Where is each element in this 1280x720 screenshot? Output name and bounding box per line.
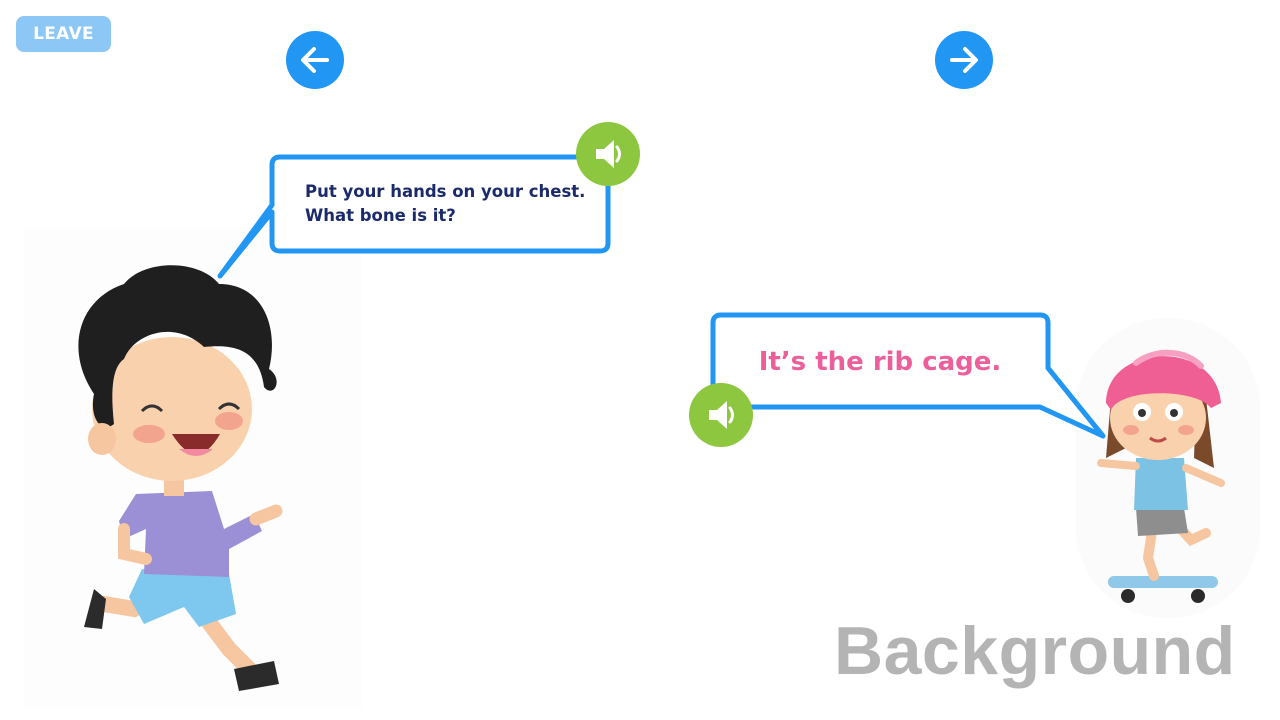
speaker-icon bbox=[596, 140, 621, 168]
previous-button[interactable] bbox=[286, 31, 344, 89]
boy-character bbox=[78, 265, 283, 691]
answer-audio-button[interactable] bbox=[689, 383, 753, 447]
arrow-left-icon bbox=[301, 47, 329, 73]
question-line-1: Put your hands on your chest. bbox=[305, 182, 586, 201]
background-watermark: Background bbox=[834, 613, 1236, 689]
arrow-right-icon bbox=[950, 47, 978, 73]
girl-character bbox=[1097, 349, 1225, 603]
question-text: Put your hands on your chest. What bone … bbox=[305, 180, 595, 228]
answer-text: It’s the rib cage. bbox=[758, 347, 1002, 377]
speaker-icon bbox=[709, 401, 734, 429]
leave-button[interactable]: LEAVE bbox=[16, 16, 111, 52]
question-line-2: What bone is it? bbox=[305, 206, 456, 225]
question-audio-button[interactable] bbox=[576, 122, 640, 186]
next-button[interactable] bbox=[935, 31, 993, 89]
